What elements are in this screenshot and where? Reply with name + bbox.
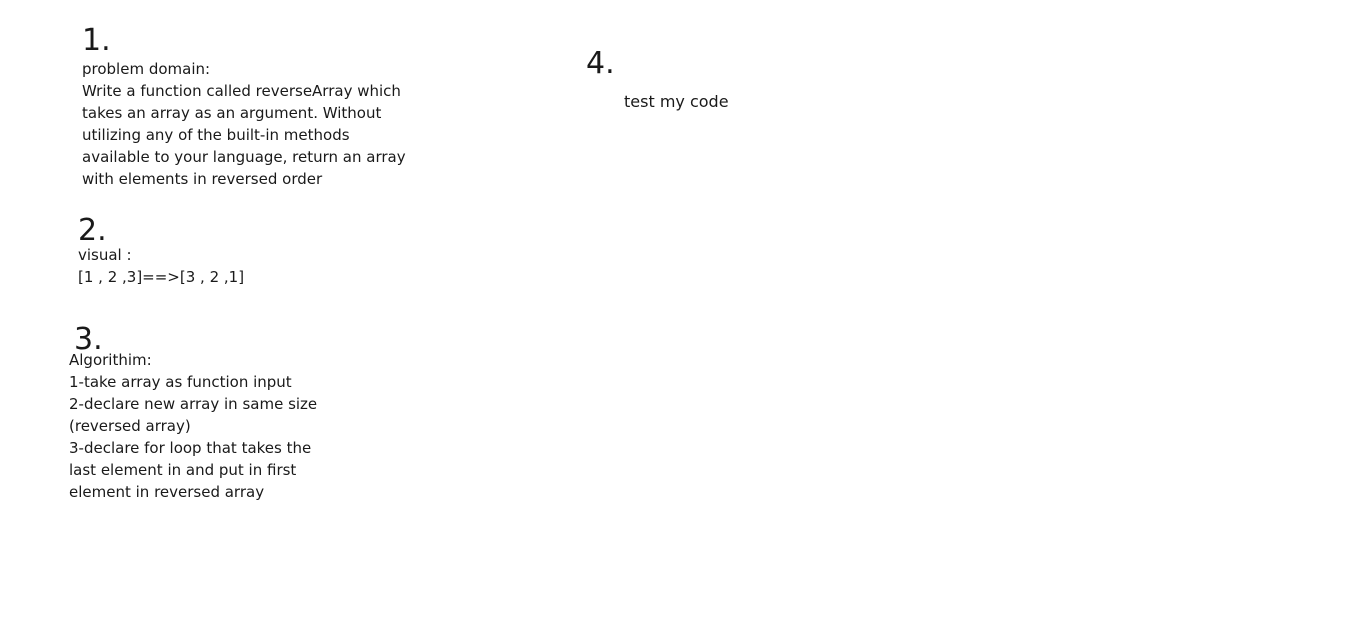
algorithm-text: Algorithim: 1-take array as function inp…: [69, 351, 318, 501]
step-1-number: 1.: [82, 23, 111, 58]
step-1-block: 1. problem domain: Write a function call…: [82, 26, 412, 190]
step-4-text-block: test my code: [624, 91, 729, 113]
step-4-number: 4.: [586, 46, 615, 81]
step-2-block: 2. visual : [1 , 2 ,3]==>[3 , 2 ,1]: [78, 216, 378, 288]
problem-domain-text: problem domain: Write a function called …: [82, 60, 406, 188]
test-code-text: test my code: [624, 92, 729, 111]
step-2-number: 2.: [78, 213, 107, 248]
visual-text: visual : [1 , 2 ,3]==>[3 , 2 ,1]: [78, 246, 245, 286]
step-4-block: 4.: [586, 49, 615, 79]
step-3-block: 3. Algorithim: 1-take array as function …: [69, 325, 329, 503]
